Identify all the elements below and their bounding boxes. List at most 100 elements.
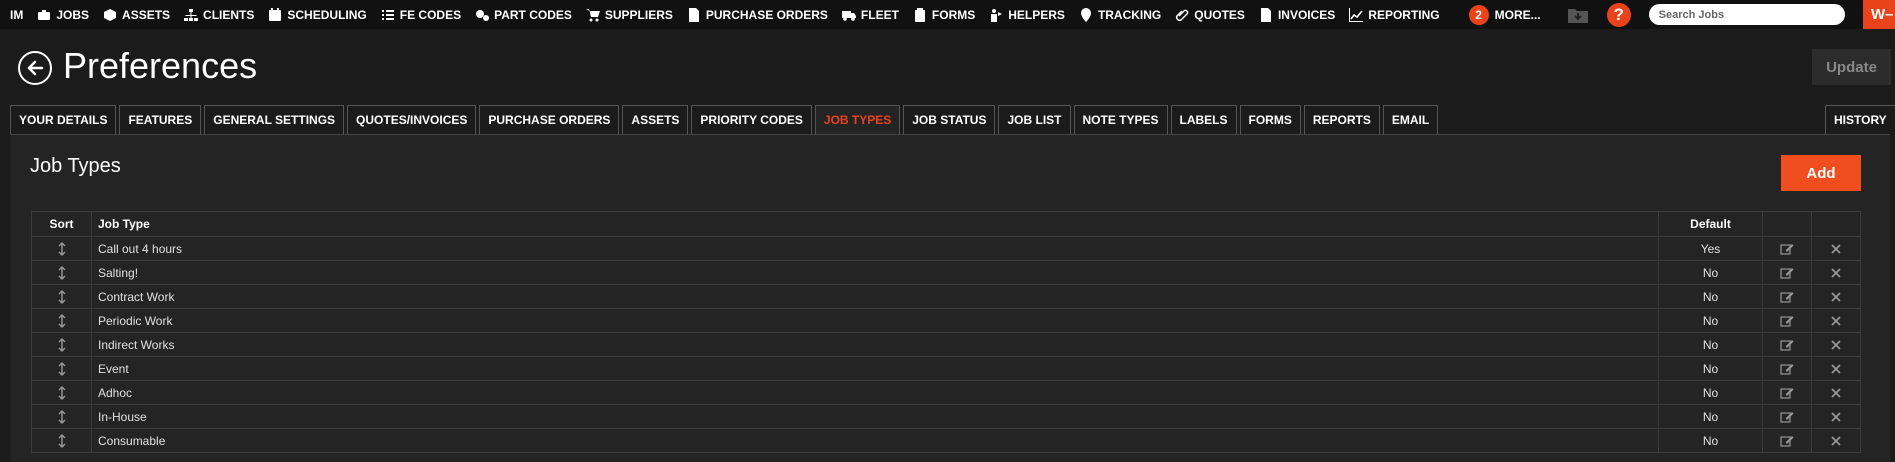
table-row: Adhoc No <box>31 380 1861 405</box>
tab-priority-codes[interactable]: PRIORITY CODES <box>691 105 812 134</box>
nav-item-label: IM <box>10 7 24 22</box>
delete-icon[interactable] <box>1811 356 1861 381</box>
drag-handle-icon[interactable] <box>31 260 92 285</box>
job-type-name: Call out 4 hours <box>91 236 1659 261</box>
nav-item-helpers[interactable]: HELPERS <box>982 0 1072 29</box>
more-count-badge: 2 <box>1468 4 1489 25</box>
delete-icon[interactable] <box>1811 428 1861 453</box>
header-delete <box>1811 211 1861 237</box>
delete-icon[interactable] <box>1811 260 1861 285</box>
drag-handle-icon[interactable] <box>31 236 92 261</box>
edit-icon[interactable] <box>1762 236 1812 261</box>
edit-icon[interactable] <box>1762 404 1812 429</box>
edit-icon[interactable] <box>1762 260 1812 285</box>
nav-item-forms[interactable]: FORMS <box>906 0 982 29</box>
briefcase-icon <box>37 8 51 22</box>
delete-icon[interactable] <box>1811 308 1861 333</box>
edit-icon[interactable] <box>1762 356 1812 381</box>
brand-logo[interactable]: W– <box>1863 0 1895 29</box>
nav-item-assets[interactable]: ASSETS <box>96 0 177 29</box>
delete-icon[interactable] <box>1811 332 1861 357</box>
tab-reports[interactable]: REPORTS <box>1303 105 1380 134</box>
table-row: Event No <box>31 356 1861 381</box>
table-row: In-House No <box>31 404 1861 429</box>
paperclip-icon <box>1175 8 1189 22</box>
edit-icon[interactable] <box>1762 428 1812 453</box>
job-type-default: No <box>1658 308 1763 333</box>
tab-purchase-orders[interactable]: PURCHASE ORDERS <box>479 105 620 134</box>
nav-item-im[interactable]: IM <box>0 0 30 29</box>
tab-labels[interactable]: LABELS <box>1170 105 1237 134</box>
tab-forms[interactable]: FORMS <box>1239 105 1301 134</box>
job-type-default: No <box>1658 260 1763 285</box>
table-row: Call out 4 hours Yes <box>31 236 1861 261</box>
tab-job-status[interactable]: JOB STATUS <box>903 105 996 134</box>
drag-handle-icon[interactable] <box>31 380 92 405</box>
update-button[interactable]: Update <box>1812 49 1891 85</box>
more-menu[interactable]: 2 MORE... <box>1459 0 1551 29</box>
header-default[interactable]: Default <box>1658 211 1763 237</box>
tab-assets[interactable]: ASSETS <box>622 105 689 134</box>
tab-your-details[interactable]: YOUR DETAILS <box>10 105 117 134</box>
file-dollar-icon <box>687 7 701 22</box>
nav-item-invoices[interactable]: INVOICES <box>1252 0 1342 29</box>
edit-icon[interactable] <box>1762 284 1812 309</box>
nav-item-part-codes[interactable]: PART CODES <box>468 0 579 29</box>
cube-icon <box>103 8 117 22</box>
header-sort[interactable]: Sort <box>31 211 92 237</box>
header-job-type[interactable]: Job Type <box>91 211 1659 237</box>
delete-icon[interactable] <box>1811 284 1861 309</box>
back-button[interactable] <box>18 51 52 85</box>
tab-quotes-invoices[interactable]: QUOTES/INVOICES <box>347 105 477 134</box>
job-type-name: Indirect Works <box>91 332 1659 357</box>
drag-handle-icon[interactable] <box>31 356 92 381</box>
nav-item-label: PURCHASE ORDERS <box>705 7 828 22</box>
tab-email[interactable]: EMAIL <box>1382 105 1439 134</box>
tab-history[interactable]: HISTORY <box>1825 105 1895 134</box>
tab-note-types[interactable]: NOTE TYPES <box>1073 105 1168 134</box>
delete-icon[interactable] <box>1811 380 1861 405</box>
nav-item-fe-codes[interactable]: FE CODES <box>374 0 468 29</box>
job-type-name: Periodic Work <box>91 308 1659 333</box>
nav-item-scheduling[interactable]: SCHEDULING <box>261 0 373 29</box>
nav-item-label: INVOICES <box>1277 7 1336 22</box>
nav-item-label: FORMS <box>931 7 976 22</box>
nav-item-jobs[interactable]: JOBS <box>30 0 96 29</box>
nav-item-label: TRACKING <box>1097 7 1162 22</box>
table-row: Periodic Work No <box>31 308 1861 333</box>
nav-item-quotes[interactable]: QUOTES <box>1168 0 1252 29</box>
help-icon[interactable]: ? <box>1606 2 1631 27</box>
edit-icon[interactable] <box>1762 332 1812 357</box>
more-label: MORE... <box>1494 7 1541 22</box>
job-type-name: In-House <box>91 404 1659 429</box>
delete-icon[interactable] <box>1811 236 1861 261</box>
nav-item-fleet[interactable]: FLEET <box>835 0 906 29</box>
drag-handle-icon[interactable] <box>31 284 92 309</box>
drag-handle-icon[interactable] <box>31 428 92 453</box>
tab-job-types[interactable]: JOB TYPES <box>814 105 901 134</box>
nav-item-purchase-orders[interactable]: PURCHASE ORDERS <box>680 0 835 29</box>
nav-item-tracking[interactable]: TRACKING <box>1072 0 1168 29</box>
edit-icon[interactable] <box>1762 380 1812 405</box>
job-type-default: Yes <box>1658 236 1763 261</box>
preference-tabs: YOUR DETAILS FEATURES GENERAL SETTINGS QUOT… <box>10 105 1439 135</box>
drag-handle-icon[interactable] <box>31 332 92 357</box>
edit-icon[interactable] <box>1762 308 1812 333</box>
tab-features[interactable]: FEATURES <box>119 105 202 134</box>
tab-general-settings[interactable]: GENERAL SETTINGS <box>204 105 345 134</box>
arrow-left-icon <box>27 60 44 76</box>
list-check-icon <box>381 8 395 22</box>
add-job-type-button[interactable]: Add <box>1781 155 1861 191</box>
nav-items: IM JOBS ASSETS CLIENTS SCHEDULING FE CODES PAR… <box>0 0 1447 29</box>
job-type-name: Salting! <box>91 260 1659 285</box>
nav-item-clients[interactable]: CLIENTS <box>177 0 261 29</box>
nav-item-suppliers[interactable]: SUPPLIERS <box>579 0 680 29</box>
delete-icon[interactable] <box>1811 404 1861 429</box>
nav-item-reporting[interactable]: REPORTING <box>1342 0 1446 29</box>
table-header-row: Sort Job Type Default <box>31 211 1861 237</box>
search-input[interactable] <box>1648 4 1845 25</box>
drag-handle-icon[interactable] <box>31 404 92 429</box>
drag-handle-icon[interactable] <box>31 308 92 333</box>
tab-job-list[interactable]: JOB LIST <box>998 105 1071 134</box>
download-icon[interactable] <box>1567 5 1589 25</box>
